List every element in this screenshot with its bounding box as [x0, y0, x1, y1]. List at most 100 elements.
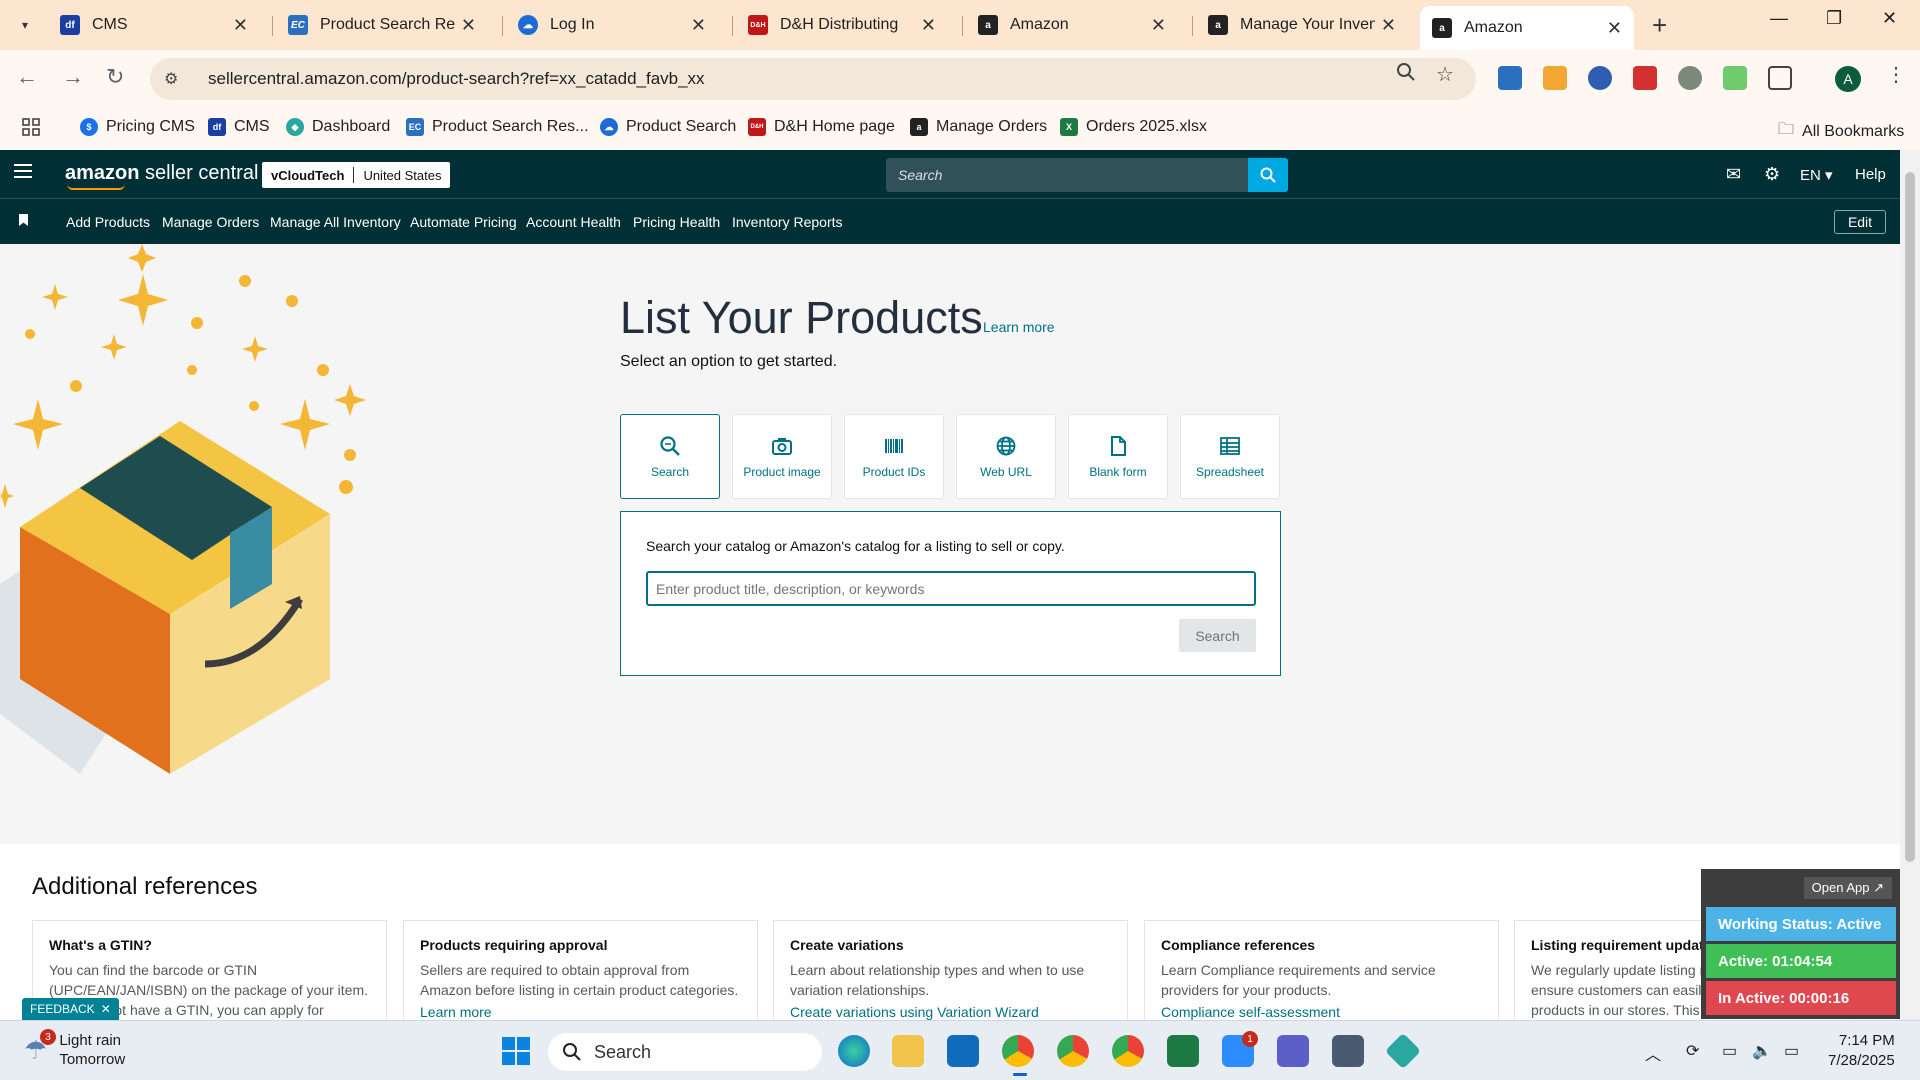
teams-icon[interactable]	[1277, 1035, 1309, 1067]
site-settings-icon[interactable]: ⚙	[164, 69, 188, 89]
ref-card-link[interactable]: Learn more	[420, 1004, 741, 1020]
all-bookmarks[interactable]: 🗀 All Bookmarks	[1778, 118, 1904, 145]
apps-grid-icon[interactable]	[22, 118, 40, 136]
close-tab-icon[interactable]: ✕	[233, 15, 248, 36]
extension-chart-icon[interactable]	[1498, 66, 1522, 90]
scrollbar-thumb[interactable]	[1905, 172, 1915, 862]
hamburger-menu-icon[interactable]	[14, 164, 32, 182]
tab-manage-inventory[interactable]: a Manage Your Invento ✕	[1196, 6, 1408, 44]
chrome-profile-2-icon[interactable]	[1057, 1035, 1089, 1067]
nav-account-health[interactable]: Account Health	[526, 214, 621, 230]
profile-avatar[interactable]: A	[1835, 66, 1861, 92]
forward-icon[interactable]: →	[62, 64, 84, 90]
reload-icon[interactable]: ↻	[106, 64, 124, 90]
tab-product-search-results[interactable]: EC Product Search Resul ✕	[276, 6, 488, 44]
bookmark-cms[interactable]: df CMS	[208, 118, 270, 136]
close-tab-icon[interactable]: ✕	[1151, 15, 1166, 36]
ref-card-link[interactable]: Compliance self-assessment	[1161, 1004, 1482, 1020]
system-clock[interactable]: 7:14 PM 7/28/2025	[1828, 1031, 1895, 1071]
close-tab-icon[interactable]: ✕	[691, 15, 706, 36]
omnibox[interactable]: ⚙ sellercentral.amazon.com/product-searc…	[150, 58, 1476, 100]
tab-amazon-active[interactable]: a Amazon ✕	[1420, 6, 1634, 50]
weather-title: Light rain	[59, 1032, 122, 1049]
extension-feather-icon[interactable]	[1678, 66, 1702, 90]
seller-central-logo[interactable]: amazon seller central	[65, 162, 258, 185]
chrome-icon[interactable]	[1002, 1035, 1034, 1067]
back-icon[interactable]: ←	[16, 64, 38, 90]
nav-manage-orders[interactable]: Manage Orders	[162, 214, 259, 230]
ref-card-link[interactable]: Create variations using Variation Wizard	[790, 1004, 1111, 1020]
extensions-icon[interactable]	[1768, 66, 1792, 90]
extension-pdf-icon[interactable]	[1633, 66, 1657, 90]
option-product-image[interactable]: Product image	[732, 414, 832, 499]
edit-nav-button[interactable]: Edit	[1834, 210, 1886, 234]
catalog-search-button[interactable]: Search	[1179, 619, 1256, 652]
store-switcher[interactable]: vCloudTech United States	[262, 162, 451, 188]
bookmark-flag-icon[interactable]	[19, 214, 28, 226]
network-icon[interactable]: ▭	[1722, 1041, 1737, 1061]
settings-gear-icon[interactable]: ⚙	[1764, 164, 1780, 185]
close-tab-icon[interactable]: ✕	[1381, 15, 1396, 36]
learn-more-link[interactable]: Learn more	[983, 319, 1055, 335]
bookmark-star-icon[interactable]: ☆	[1436, 62, 1454, 87]
nav-add-products[interactable]: Add Products	[66, 214, 150, 230]
tab-dh-distributing[interactable]: D&H D&H Distributing ✕	[736, 6, 948, 44]
bookmark-dh-home[interactable]: D&H D&H Home page	[748, 118, 895, 136]
excel-icon[interactable]	[1167, 1035, 1199, 1067]
tab-search-button[interactable]: ▾	[10, 11, 40, 39]
outlook-icon[interactable]	[947, 1035, 979, 1067]
tab-amazon[interactable]: a Amazon ✕	[966, 6, 1178, 44]
tab-log-in[interactable]: ☁ Log In ✕	[506, 6, 718, 44]
url-text[interactable]: sellercentral.amazon.com/product-search?…	[208, 69, 705, 89]
battery-icon[interactable]: ▭	[1784, 1041, 1799, 1061]
page-scrollbar[interactable]	[1900, 150, 1920, 1020]
nav-manage-all-inventory[interactable]: Manage All Inventory	[270, 214, 401, 230]
bookmark-product-search-res[interactable]: EC Product Search Res...	[406, 118, 589, 136]
extension-circle-icon[interactable]	[1588, 66, 1612, 90]
nav-inventory-reports[interactable]: Inventory Reports	[732, 214, 843, 230]
feedback-button[interactable]: FEEDBACK ✕	[22, 998, 119, 1020]
seller-search-input[interactable]: Search	[886, 158, 1248, 192]
tab-cms[interactable]: df CMS ✕	[48, 6, 260, 44]
seller-search-button[interactable]	[1248, 158, 1288, 192]
mail-icon[interactable]: ✉	[1726, 164, 1741, 185]
windows-start-icon[interactable]	[500, 1035, 532, 1067]
close-tab-icon[interactable]: ✕	[1607, 18, 1622, 39]
calculator-icon[interactable]	[1332, 1035, 1364, 1067]
taskbar-search[interactable]: Search	[548, 1033, 822, 1071]
bookmark-dashboard[interactable]: ◆ Dashboard	[286, 118, 390, 136]
product-search-input[interactable]	[646, 571, 1256, 606]
option-spreadsheet[interactable]: Spreadsheet	[1180, 414, 1280, 499]
zoom-icon[interactable]	[1396, 62, 1416, 88]
option-blank-form[interactable]: Blank form	[1068, 414, 1168, 499]
language-selector[interactable]: EN ▾	[1800, 166, 1833, 184]
close-window-button[interactable]: ✕	[1882, 8, 1897, 29]
new-tab-button[interactable]: +	[1652, 10, 1667, 41]
option-search[interactable]: Search	[620, 414, 720, 499]
chrome-profile-3-icon[interactable]	[1112, 1035, 1144, 1067]
restore-button[interactable]: ❐	[1826, 8, 1842, 29]
file-explorer-icon[interactable]	[892, 1035, 924, 1067]
bookmark-pricing-cms[interactable]: $ Pricing CMS	[80, 118, 195, 136]
nav-automate-pricing[interactable]: Automate Pricing	[410, 214, 517, 230]
extension-puzzle-green-icon[interactable]	[1723, 66, 1747, 90]
bookmark-manage-orders[interactable]: a Manage Orders	[910, 118, 1047, 136]
help-link[interactable]: Help	[1855, 166, 1886, 183]
close-tab-icon[interactable]: ✕	[921, 15, 936, 36]
extension-js-icon[interactable]	[1543, 66, 1567, 90]
nav-pricing-health[interactable]: Pricing Health	[633, 214, 720, 230]
bookmark-product-search[interactable]: ☁ Product Search	[600, 118, 736, 136]
edge-icon[interactable]	[838, 1035, 870, 1067]
option-product-ids[interactable]: Product IDs	[844, 414, 944, 499]
open-app-button[interactable]: Open App ↗	[1803, 877, 1892, 899]
volume-icon[interactable]: 🔈	[1752, 1041, 1772, 1061]
close-icon[interactable]: ✕	[101, 1002, 111, 1016]
sync-icon[interactable]: ⟳	[1686, 1041, 1699, 1061]
close-tab-icon[interactable]: ✕	[461, 15, 476, 36]
dashboard-app-icon[interactable]	[1384, 1032, 1422, 1070]
show-hidden-icons-chevron-icon[interactable]: ︿	[1645, 1041, 1661, 1065]
bookmark-orders-xlsx[interactable]: X Orders 2025.xlsx	[1060, 118, 1207, 136]
option-web-url[interactable]: Web URL	[956, 414, 1056, 499]
browser-menu-icon[interactable]: ⋮	[1886, 62, 1906, 87]
minimize-button[interactable]: —	[1770, 8, 1788, 29]
